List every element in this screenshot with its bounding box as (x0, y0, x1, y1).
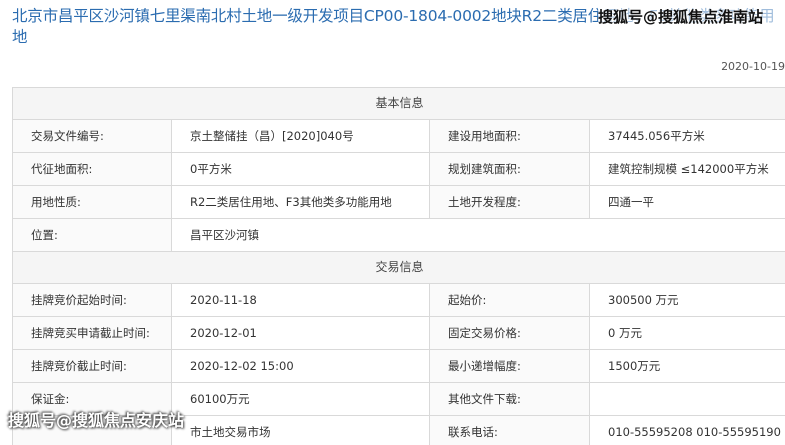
field-value: 300500 万元 (590, 284, 785, 316)
field-label: 最小递增幅度: (430, 350, 590, 382)
field-label: 联系电话: (430, 416, 590, 445)
watermark-bottom: 搜狐号@搜狐焦点安庆站 (8, 411, 185, 430)
table-row: 位置: 昌平区沙河镇 (13, 219, 785, 252)
field-value: 建筑控制规模 ≤142000平方米 (590, 153, 785, 185)
field-label: 固定交易价格: (430, 317, 590, 349)
field-value: 市土地交易市场 (172, 416, 430, 445)
publish-date: 2020-10-19 (721, 60, 785, 73)
field-label: 用地性质: (13, 186, 172, 218)
download-link[interactable] (590, 383, 785, 415)
field-value: R2二类居住用地、F3其他类多功能用地 (172, 186, 430, 218)
table-row: 用地性质: R2二类居住用地、F3其他类多功能用地 土地开发程度: 四通一平 (13, 186, 785, 219)
field-label: 交易文件编号: (13, 120, 172, 152)
table-row: 挂牌竞价截止时间: 2020-12-02 15:00 最小递增幅度: 1500万… (13, 350, 785, 383)
field-value: 0平方米 (172, 153, 430, 185)
table-row: 交易文件编号: 京土整储挂（昌）[2020]040号 建设用地面积: 37445… (13, 120, 785, 153)
field-value: 京土整储挂（昌）[2020]040号 (172, 120, 430, 152)
section-trade-info: 交易信息 (13, 252, 785, 284)
table-row: 代征地面积: 0平方米 规划建筑面积: 建筑控制规模 ≤142000平方米 (13, 153, 785, 186)
field-label: 挂牌竞价截止时间: (13, 350, 172, 382)
table-row: 挂牌竞买申请截止时间: 2020-12-01 固定交易价格: 0 万元 (13, 317, 785, 350)
field-label: 建设用地面积: (430, 120, 590, 152)
field-value: 60100万元 (172, 383, 430, 415)
field-value: 37445.056平方米 (590, 120, 785, 152)
field-value: 0 万元 (590, 317, 785, 349)
section-basic-info: 基本信息 (13, 88, 785, 120)
field-value: 1500万元 (590, 350, 785, 382)
watermark-top: 搜狐号@搜狐焦点淮南站 (598, 4, 785, 30)
field-label: 规划建筑面积: (430, 153, 590, 185)
field-value: 昌平区沙河镇 (172, 219, 785, 251)
field-label: 土地开发程度: (430, 186, 590, 218)
field-label: 位置: (13, 219, 172, 251)
field-value: 010-55595208 010-55595190 (590, 416, 785, 445)
field-label: 其他文件下载: (430, 383, 590, 415)
field-label: 起始价: (430, 284, 590, 316)
table-row: 挂牌竞价起始时间: 2020-11-18 起始价: 300500 万元 (13, 284, 785, 317)
field-label: 代征地面积: (13, 153, 172, 185)
field-value: 四通一平 (590, 186, 785, 218)
info-table: 基本信息 交易文件编号: 京土整储挂（昌）[2020]040号 建设用地面积: … (12, 87, 785, 445)
field-label: 挂牌竞价起始时间: (13, 284, 172, 316)
field-label: 挂牌竞买申请截止时间: (13, 317, 172, 349)
field-value: 2020-12-02 15:00 (172, 350, 430, 382)
field-value: 2020-12-01 (172, 317, 430, 349)
field-value: 2020-11-18 (172, 284, 430, 316)
